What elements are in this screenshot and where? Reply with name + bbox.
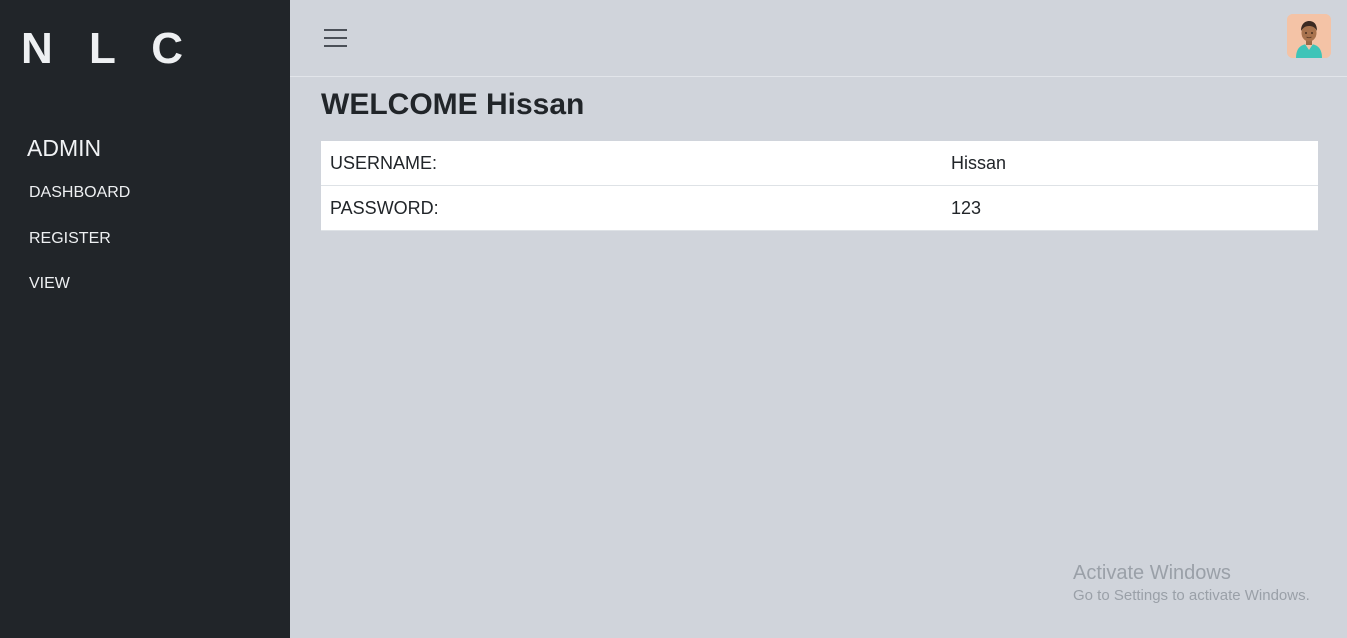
sidebar-item-dashboard[interactable]: DASHBOARD xyxy=(29,180,130,226)
sidebar-item-view[interactable]: VIEW xyxy=(29,271,130,317)
user-info-table: USERNAME: Hissan PASSWORD: 123 xyxy=(321,141,1318,231)
password-label: PASSWORD: xyxy=(321,185,942,231)
page-title: WELCOME Hissan xyxy=(321,88,585,121)
sidebar-nav: DASHBOARD REGISTER VIEW xyxy=(29,180,130,317)
username-label: USERNAME: xyxy=(321,141,942,186)
username-value: Hissan xyxy=(942,141,1318,186)
sidebar-item-register[interactable]: REGISTER xyxy=(29,226,130,272)
hamburger-menu-icon[interactable] xyxy=(324,28,347,48)
sidebar-section-title: ADMIN xyxy=(27,135,102,161)
user-avatar-icon[interactable] xyxy=(1287,14,1331,58)
table-row: PASSWORD: 123 xyxy=(321,185,1318,231)
brand-logo[interactable]: N L C xyxy=(21,24,195,74)
watermark-title: Activate Windows xyxy=(1073,562,1231,584)
watermark-subtitle: Go to Settings to activate Windows. xyxy=(1073,587,1310,604)
sidebar: N L C ADMIN DASHBOARD REGISTER VIEW xyxy=(0,0,290,638)
topbar xyxy=(290,0,1347,77)
password-value: 123 xyxy=(942,185,1318,231)
table-row: USERNAME: Hissan xyxy=(321,141,1318,186)
app-window: N L C ADMIN DASHBOARD REGISTER VIEW WELC… xyxy=(0,0,1347,638)
activate-windows-watermark: Activate Windows Go to Settings to activ… xyxy=(1073,561,1310,606)
